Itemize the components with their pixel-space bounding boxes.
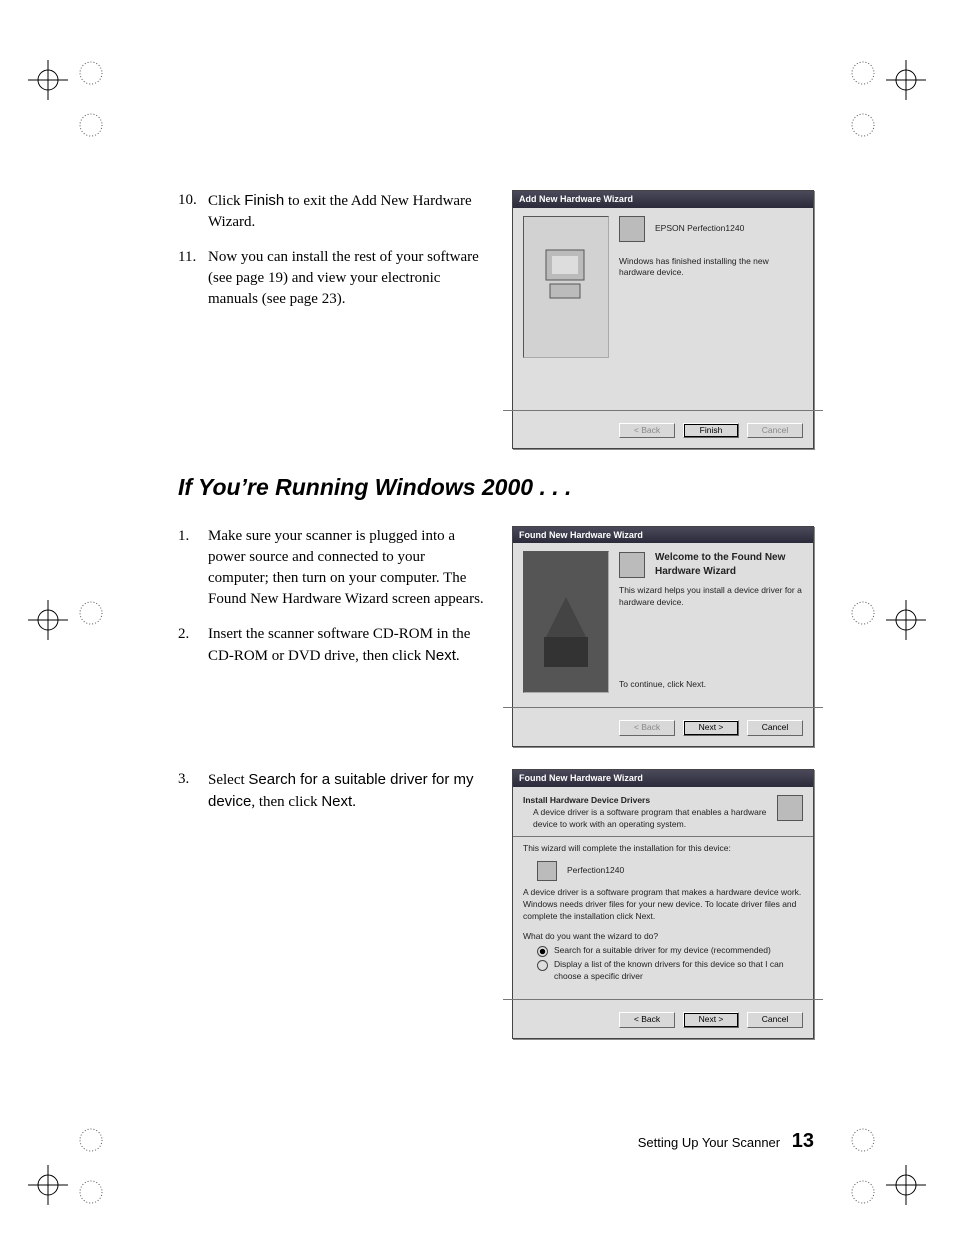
crop-mark-icon xyxy=(78,1179,104,1205)
step-text: Insert the scanner software CD-ROM in th… xyxy=(208,624,488,667)
dialog-title: Found New Hardware Wizard xyxy=(513,770,813,787)
step-number: 3. xyxy=(178,769,208,813)
wizard-icon xyxy=(619,552,645,578)
dialog-line: This wizard will complete the installati… xyxy=(523,843,803,855)
radio-unselected-icon xyxy=(537,960,548,971)
registration-mark-icon xyxy=(28,1165,68,1205)
next-button[interactable]: Next > xyxy=(683,720,739,736)
step-number: 1. xyxy=(178,526,208,610)
list-item: 1. Make sure your scanner is plugged int… xyxy=(178,526,488,610)
step-text: Click Finish to exit the Add New Hardwar… xyxy=(208,190,488,233)
finish-button[interactable]: Finish xyxy=(683,423,739,439)
device-name: EPSON Perfection1240 xyxy=(655,223,744,235)
screenshot-add-new-hardware-wizard: Add New Hardware Wizard EPSON Perfection… xyxy=(512,190,814,449)
dialog-heading: Welcome to the Found New Hardware Wizard xyxy=(655,551,803,579)
crop-mark-icon xyxy=(850,600,876,626)
dialog-heading: Install Hardware Device Drivers xyxy=(523,795,767,807)
dialog-title: Found New Hardware Wizard xyxy=(513,527,813,544)
cancel-button[interactable]: Cancel xyxy=(747,720,803,736)
dialog-prompt: What do you want the wizard to do? xyxy=(523,931,803,943)
section-heading: If You’re Running Windows 2000 . . . xyxy=(178,471,814,503)
page-footer: Setting Up Your Scanner 13 xyxy=(638,1127,814,1155)
dialog-message: This wizard helps you install a device d… xyxy=(619,585,803,609)
radio-selected-icon xyxy=(537,946,548,957)
cancel-button[interactable]: Cancel xyxy=(747,423,803,439)
radio-option-search[interactable]: Search for a suitable driver for my devi… xyxy=(537,945,803,957)
back-button[interactable]: < Back xyxy=(619,1012,675,1028)
crop-mark-icon xyxy=(850,60,876,86)
wizard-graphic-icon xyxy=(523,216,609,358)
registration-mark-icon xyxy=(886,1165,926,1205)
crop-mark-icon xyxy=(850,112,876,138)
crop-mark-icon xyxy=(78,112,104,138)
page-number: 13 xyxy=(792,1130,814,1152)
back-button[interactable]: < Back xyxy=(619,720,675,736)
list-item: 10. Click Finish to exit the Add New Har… xyxy=(178,190,488,233)
step-text: Now you can install the rest of your sof… xyxy=(208,247,488,310)
dialog-title: Add New Hardware Wizard xyxy=(513,191,813,208)
crop-mark-icon xyxy=(78,1127,104,1153)
cancel-button[interactable]: Cancel xyxy=(747,1012,803,1028)
dialog-continue-text: To continue, click Next. xyxy=(619,679,803,691)
document-page: 10. Click Finish to exit the Add New Har… xyxy=(0,0,954,1235)
registration-mark-icon xyxy=(28,60,68,100)
dialog-line: A device driver is a software program th… xyxy=(523,887,803,923)
crop-mark-icon xyxy=(850,1179,876,1205)
back-button[interactable]: < Back xyxy=(619,423,675,439)
step-number: 2. xyxy=(178,624,208,667)
step-list-b: 1. Make sure your scanner is plugged int… xyxy=(178,526,488,667)
list-item: 11. Now you can install the rest of your… xyxy=(178,247,488,310)
screenshot-found-new-hardware-wizard-welcome: Found New Hardware Wizard Welcome to the… xyxy=(512,526,814,747)
registration-mark-icon xyxy=(886,60,926,100)
device-icon xyxy=(619,216,645,242)
dialog-message: Windows has finished installing the new … xyxy=(619,256,803,280)
dialog-subheading: A device driver is a software program th… xyxy=(533,807,767,831)
unknown-device-icon xyxy=(537,861,557,881)
crop-mark-icon xyxy=(78,60,104,86)
registration-mark-icon xyxy=(28,600,68,640)
list-item: 2. Insert the scanner software CD-ROM in… xyxy=(178,624,488,667)
radio-option-display-list[interactable]: Display a list of the known drivers for … xyxy=(537,959,803,983)
step-text: Select Search for a suitable driver for … xyxy=(208,769,488,813)
step-number: 10. xyxy=(178,190,208,233)
section-name: Setting Up Your Scanner xyxy=(638,1135,780,1150)
registration-mark-icon xyxy=(886,600,926,640)
step-list-a: 10. Click Finish to exit the Add New Har… xyxy=(178,190,488,310)
crop-mark-icon xyxy=(850,1127,876,1153)
step-list-c: 3. Select Search for a suitable driver f… xyxy=(178,769,488,813)
crop-mark-icon xyxy=(78,600,104,626)
device-name: Perfection1240 xyxy=(567,865,624,877)
screenshot-install-hardware-device-drivers: Found New Hardware Wizard Install Hardwa… xyxy=(512,769,814,1038)
step-text: Make sure your scanner is plugged into a… xyxy=(208,526,488,610)
wizard-graphic-icon xyxy=(523,551,609,693)
list-item: 3. Select Search for a suitable driver f… xyxy=(178,769,488,813)
next-button[interactable]: Next > xyxy=(683,1012,739,1028)
wizard-icon xyxy=(777,795,803,821)
step-number: 11. xyxy=(178,247,208,310)
